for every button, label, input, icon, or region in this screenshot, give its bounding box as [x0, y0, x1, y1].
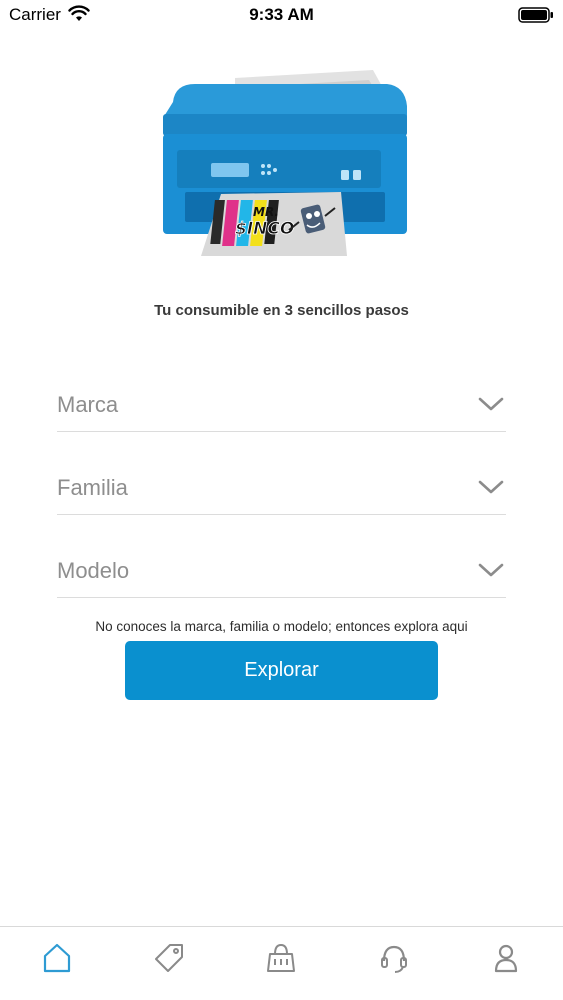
home-icon [43, 943, 71, 973]
explore-button[interactable]: Explorar [125, 641, 438, 700]
svg-text:MR.: MR. [253, 205, 279, 219]
shopping-bag-icon [267, 943, 295, 972]
explore-helper-text: No conoces la marca, familia o modelo; e… [95, 619, 468, 634]
tab-home[interactable] [42, 941, 72, 975]
model-select-label: Modelo [57, 558, 130, 583]
chevron-down-icon [478, 397, 504, 411]
headset-icon [381, 945, 407, 973]
tab-profile[interactable] [491, 941, 521, 975]
tab-support[interactable] [379, 941, 409, 975]
printer-illustration: MR. $INCO [163, 70, 407, 256]
tab-offers[interactable] [155, 941, 185, 975]
battery-icon [518, 7, 553, 23]
brand-select[interactable]: Marca [57, 382, 506, 432]
status-bar: Carrier 9:33 AM [0, 0, 563, 30]
tagline: Tu consumible en 3 sencillos pasos [154, 302, 409, 319]
tag-icon [155, 944, 183, 972]
svg-text:$INCO: $INCO [235, 219, 294, 239]
model-select[interactable]: Modelo [57, 548, 506, 598]
tab-bar [0, 926, 563, 1000]
family-select-label: Familia [57, 475, 128, 500]
family-select[interactable]: Familia [57, 465, 506, 515]
user-icon [494, 944, 518, 973]
tab-cart[interactable] [266, 941, 296, 975]
chevron-down-icon [478, 480, 504, 494]
status-time: 9:33 AM [249, 5, 314, 24]
chevron-down-icon [478, 563, 504, 577]
brand-select-label: Marca [57, 392, 119, 417]
